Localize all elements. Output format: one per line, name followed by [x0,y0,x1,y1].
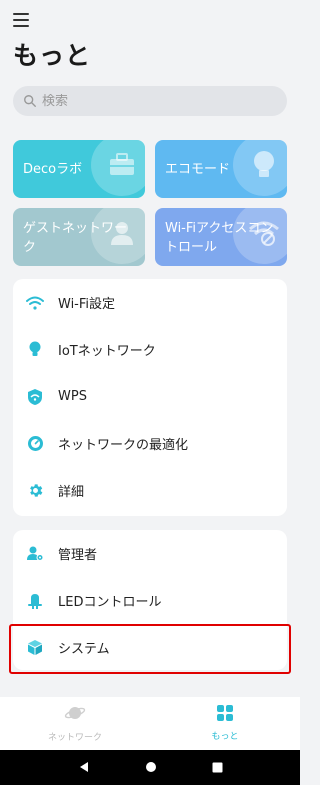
optimize-icon [26,435,44,453]
search-icon [24,95,36,107]
menu-item-system[interactable]: システム [13,624,287,671]
cube-icon [26,639,44,657]
system-navigation-bar [0,750,300,785]
lightbulb-icon [233,140,287,196]
tile-wifi-access-control[interactable]: Wi-Fiアクセスコントロール [155,208,287,266]
menu-item-wifi-settings[interactable]: Wi-Fi設定 [13,279,287,326]
tile-label: Decoラボ [23,161,83,177]
menu-item-advanced[interactable]: 詳細 [13,467,287,514]
feature-tiles: Decoラボ エコモード ゲストネットワーク Wi-Fiアクセスコントロール [13,140,287,266]
back-icon[interactable] [78,758,90,777]
home-icon[interactable] [145,758,157,777]
menu-item-label: Wi-Fi設定 [58,297,116,312]
search-bar[interactable] [13,86,287,116]
led-icon [26,592,44,610]
settings-card: Wi-Fi設定 IoTネットワーク WPS ネットワークの最適化 詳細 [13,279,287,516]
menu-item-label: 詳細 [58,485,85,500]
menu-item-label: IoTネットワーク [58,344,156,359]
menu-item-label: システム [58,642,110,657]
menu-item-wps[interactable]: WPS [13,373,287,420]
toolbox-icon [91,140,145,196]
system-card: 管理者 LEDコントロール システム [13,530,287,670]
tile-deco-lab[interactable]: Decoラボ [13,140,145,198]
gear-icon [26,482,44,500]
tile-label: エコモード [165,161,231,177]
recents-icon[interactable] [212,758,223,777]
wps-shield-icon [26,388,44,406]
admin-icon [26,545,44,563]
bottom-navigation: ネットワーク もっと [0,697,300,750]
menu-item-led-control[interactable]: LEDコントロール [13,577,287,624]
page-title: もっと [13,41,92,70]
nav-tab-more[interactable]: もっと [150,697,300,750]
menu-item-label: LEDコントロール [58,595,162,610]
menu-item-label: 管理者 [58,548,98,563]
menu-item-network-optimization[interactable]: ネットワークの最適化 [13,420,287,467]
nav-tab-network[interactable]: ネットワーク [0,697,150,750]
menu-item-iot-network[interactable]: IoTネットワーク [13,326,287,373]
menu-item-label: ネットワークの最適化 [58,438,189,453]
guest-user-icon [91,208,145,264]
search-input[interactable] [42,93,242,109]
nav-label: もっと [211,732,239,742]
nav-label: ネットワーク [47,733,102,743]
menu-item-label: WPS [58,389,87,404]
tile-eco-mode[interactable]: エコモード [155,140,287,198]
grid-icon [217,705,233,725]
tile-guest-network[interactable]: ゲストネットワーク [13,208,145,266]
wifi-blocked-icon [233,208,287,264]
menu-item-administrator[interactable]: 管理者 [13,530,287,577]
planet-icon [64,704,86,726]
bulb-icon [26,341,44,359]
menu-icon[interactable] [13,13,29,27]
wifi-icon [26,294,44,312]
